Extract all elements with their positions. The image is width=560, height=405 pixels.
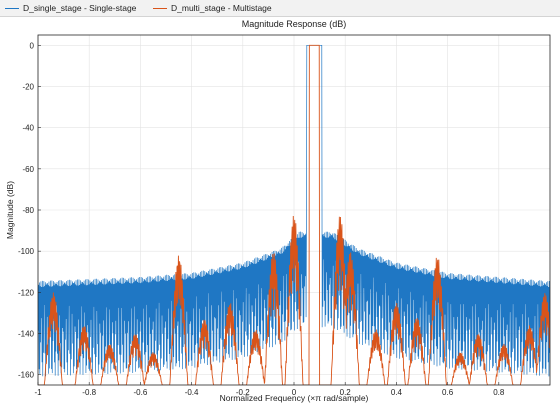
x-axis-label: Normalized Frequency (×π rad/sample) (220, 393, 369, 403)
y-tick-label: -120 (18, 288, 35, 297)
legend: D_single_stage - Single-stage D_multi_st… (0, 0, 560, 17)
x-tick-label: -0.4 (185, 388, 199, 397)
y-tick-label: -140 (18, 330, 35, 339)
chart-title: Magnitude Response (dB) (242, 19, 347, 29)
y-axis-ticks: 0 -20 -40 -60 -80 -100 -120 -140 -160 (18, 41, 41, 380)
x-tick-label: 0.4 (391, 388, 403, 397)
legend-swatch-single (5, 7, 19, 9)
x-tick-label: 0.6 (442, 388, 454, 397)
legend-label-multi: D_multi_stage - Multistage (171, 3, 272, 13)
x-tick-label: -1 (34, 388, 42, 397)
x-tick-label: 0.8 (493, 388, 505, 397)
magnitude-response-chart: Magnitude Response (dB) -1 -0.8 -0.6 -0.4 -0… (5, 19, 551, 403)
legend-label-single: D_single_stage - Single-stage (23, 3, 137, 13)
y-tick-label: -80 (22, 206, 34, 215)
legend-item-multi-stage[interactable]: D_multi_stage - Multistage (153, 0, 272, 16)
y-tick-label: -20 (22, 82, 34, 91)
y-tick-label: 0 (30, 41, 35, 50)
y-tick-label: -160 (18, 371, 35, 380)
y-tick-label: -40 (22, 124, 34, 133)
x-tick-label: -0.8 (82, 388, 96, 397)
y-tick-label: -100 (18, 247, 35, 256)
y-tick-label: -60 (22, 165, 34, 174)
x-tick-label: -0.6 (134, 388, 148, 397)
y-axis-label: Magnitude (dB) (5, 181, 15, 239)
legend-swatch-multi (153, 7, 167, 9)
legend-item-single-stage[interactable]: D_single_stage - Single-stage (5, 0, 136, 16)
